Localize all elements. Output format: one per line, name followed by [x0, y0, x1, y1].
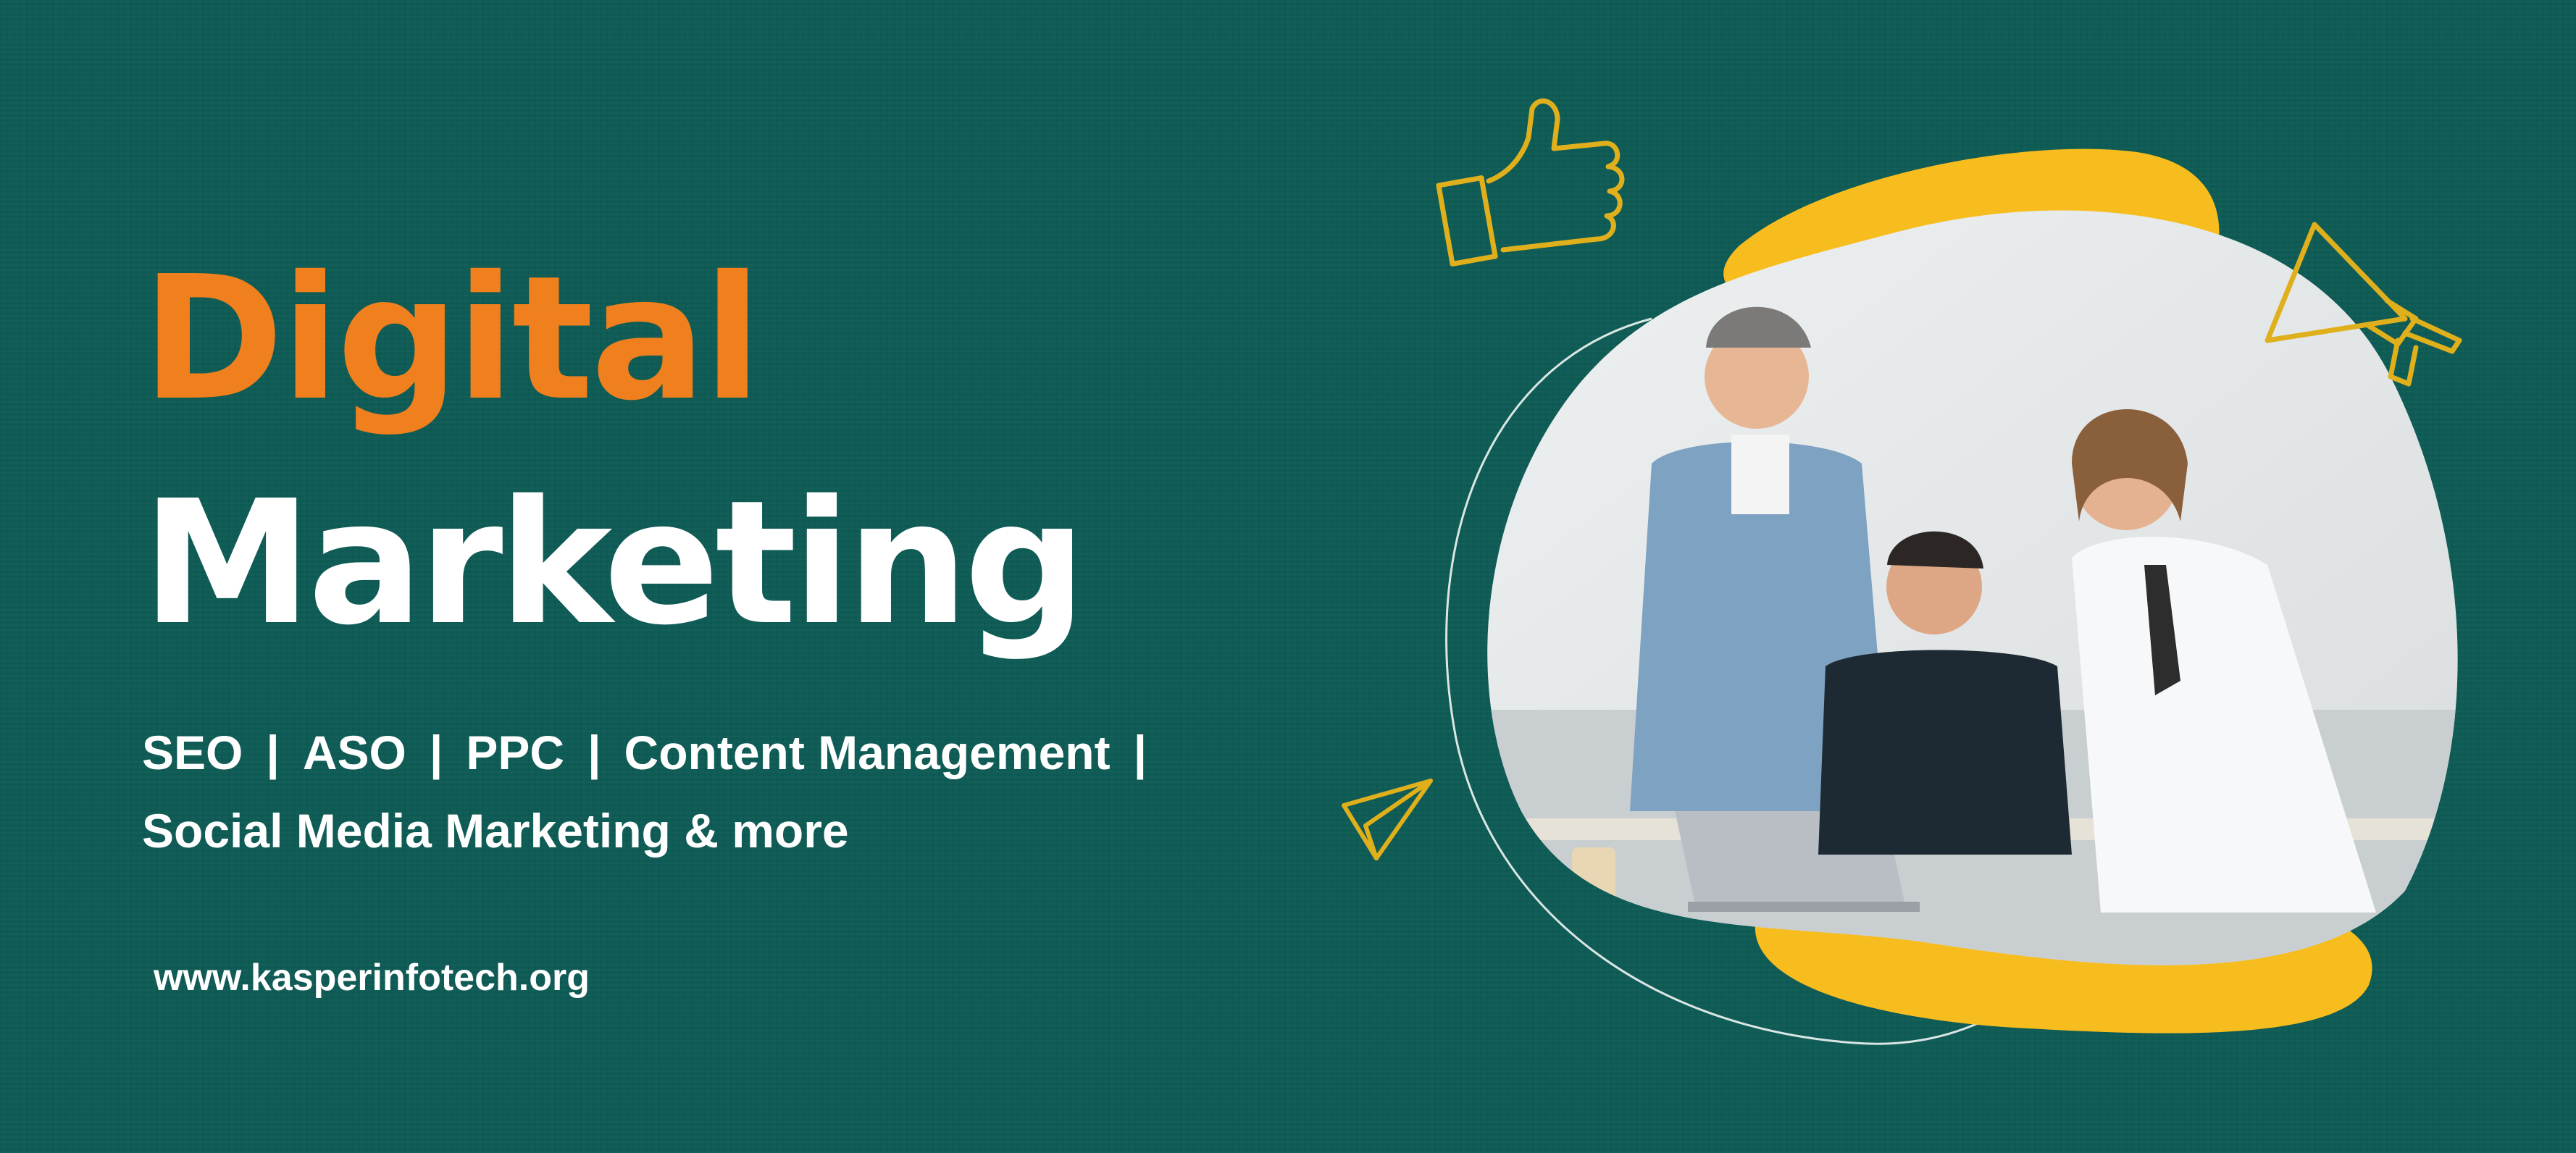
hero-artwork [1342, 98, 2462, 1045]
thumbs-up-icon [1436, 98, 1625, 267]
paper-plane-icon [1342, 779, 1433, 860]
team-photo [1487, 210, 2458, 965]
